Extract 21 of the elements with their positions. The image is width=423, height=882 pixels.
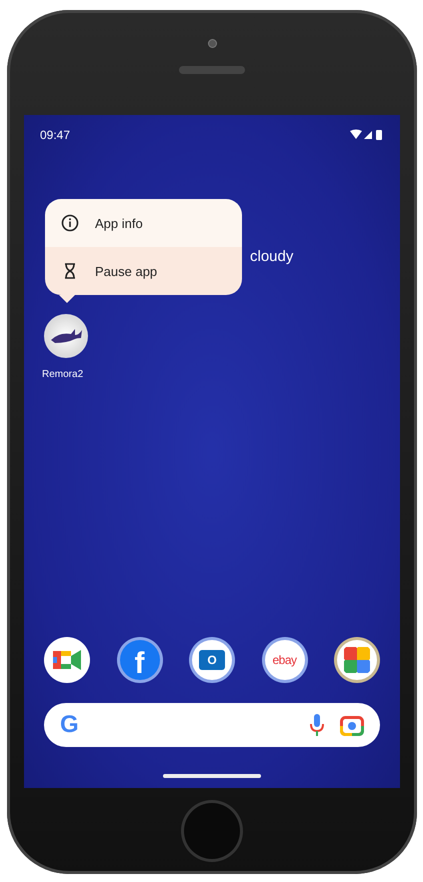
status-icons [350,129,384,141]
camera-icon[interactable] [340,714,364,736]
weather-text: cloudy [250,248,294,265]
menu-pointer [59,295,75,303]
search-bar[interactable]: G [44,703,380,747]
navigation-handle[interactable] [163,774,261,778]
front-camera [208,40,216,47]
speaker-grille [179,66,245,74]
dock-app-icon[interactable] [337,640,377,680]
info-icon [61,214,79,232]
dock-app-icon[interactable]: ebay [264,640,304,680]
dock-app-icon[interactable]: f [120,640,160,680]
dock-app-icon[interactable] [44,637,90,683]
status-time: 09:47 [40,128,70,142]
menu-item[interactable]: Pause app [45,247,242,295]
menu-item[interactable]: App info [45,199,242,247]
app-label: Remora2 [42,369,84,380]
dock-app-icon[interactable]: O [192,640,232,680]
app-icon[interactable] [44,314,88,358]
microphone-icon[interactable] [310,713,324,737]
google-logo: G [60,711,79,739]
